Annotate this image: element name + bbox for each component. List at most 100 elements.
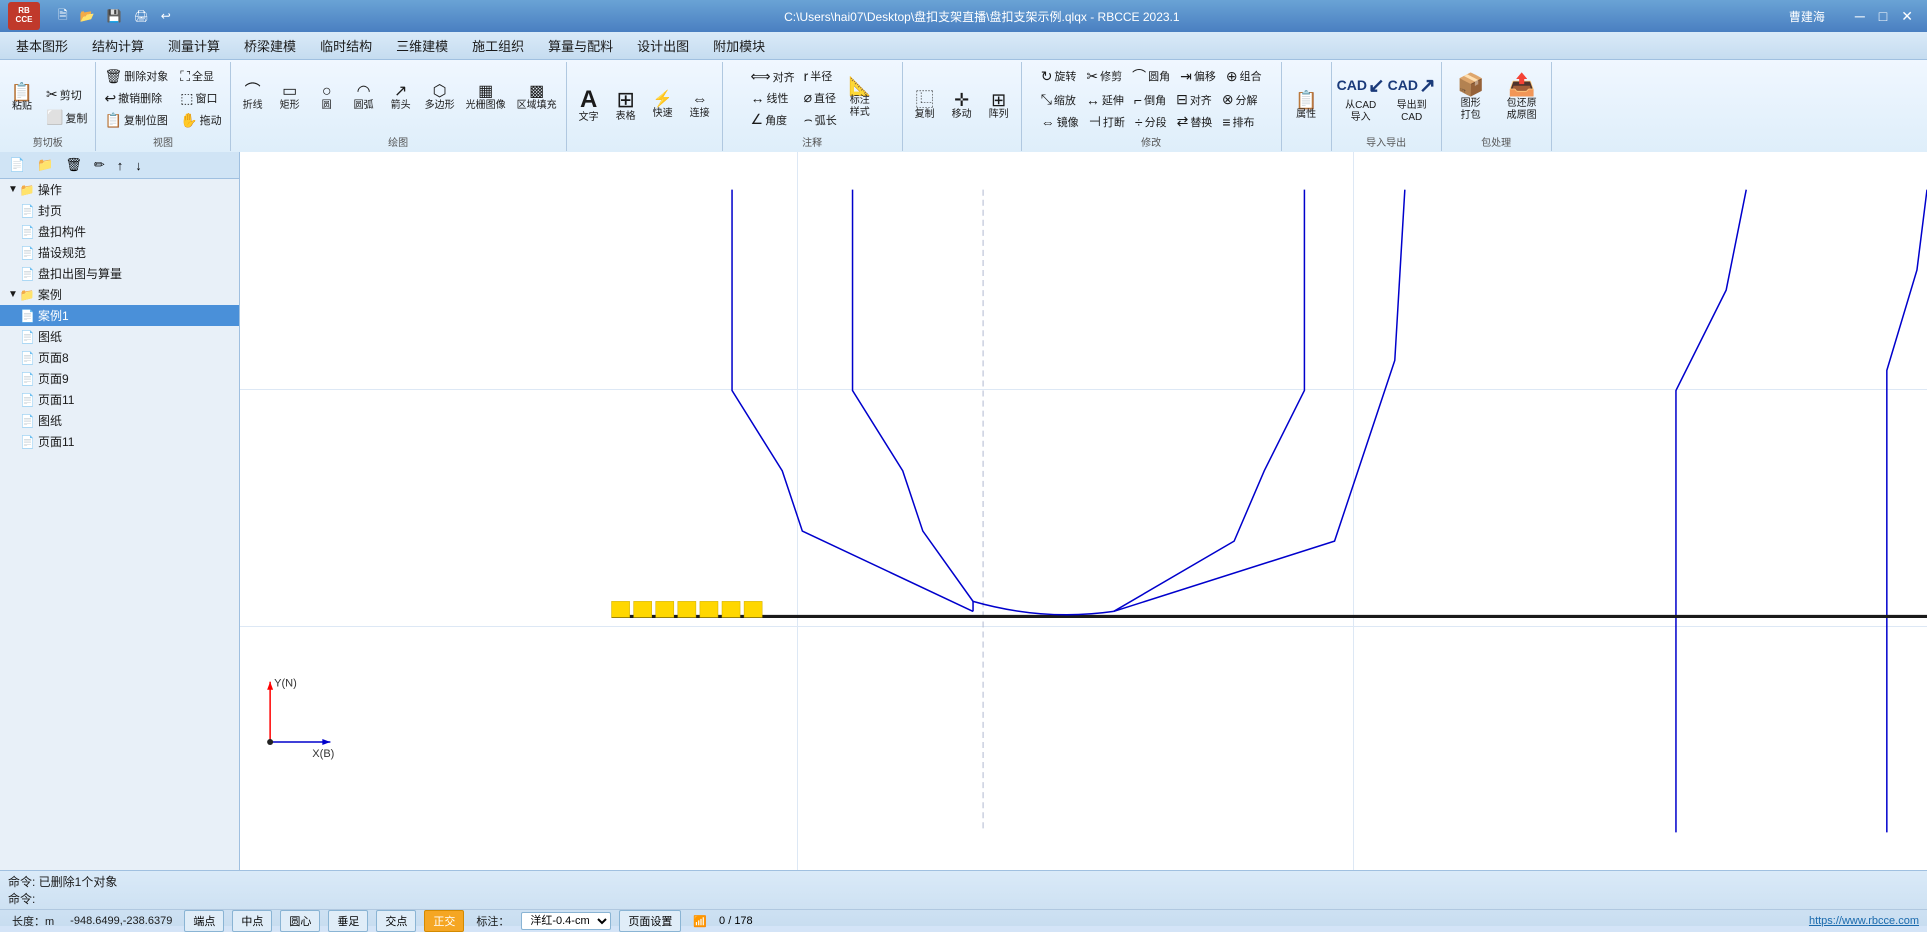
property-button[interactable]: 📋 属性 [1288,76,1324,136]
scale-button[interactable]: ⤡缩放 [1037,89,1080,110]
arrow-button[interactable]: ↗ 箭头 [383,81,419,115]
trim-button[interactable]: ✂修剪 [1082,64,1126,88]
copy-pos-button[interactable]: 📋 复制位图 [100,110,171,131]
chamfer-button[interactable]: ⌐倒角 [1130,89,1170,110]
move-up-button[interactable]: ↑ [112,156,129,175]
fullview-button[interactable]: ⛶ 全显 [176,66,218,87]
tree-item-cases[interactable]: ▼ 📁 案例 [0,284,239,305]
menu-bridge[interactable]: 桥梁建模 [232,32,308,59]
copy-button[interactable]: ⬜ 复制 [42,107,91,128]
menu-measure[interactable]: 测量计算 [156,32,232,59]
new-button[interactable]: 🗎 [54,4,72,29]
connect-button[interactable]: ⇔ 连接 [682,89,718,123]
minimize-button[interactable]: ─ [1849,6,1871,27]
polyline-button[interactable]: ⌒ 折线 [235,81,271,115]
paste-button[interactable]: 📋 粘贴 [4,68,40,128]
arclength-dim-button[interactable]: ⌢ 弧长 [800,109,841,130]
hatch-button[interactable]: ▦ 光栅图像 [461,81,511,115]
move-down-button[interactable]: ↓ [130,156,147,175]
drag-button[interactable]: ✋ 拖动 [176,110,225,131]
print-button[interactable]: 🖨 [130,4,153,29]
rotate-button[interactable]: ↻旋转 [1037,64,1081,88]
divide-button[interactable]: ÷分段 [1131,111,1171,132]
angle-dim-button[interactable]: ∠ 角度 [747,109,792,130]
polygon-button[interactable]: ⬡ 多边形 [420,81,460,115]
fill-button[interactable]: ▩ 区域填充 [512,81,562,115]
tree-item-diskdraw[interactable]: 📄 盘扣出图与算量 [0,263,239,284]
move-button[interactable]: ✛ 移动 [944,88,980,124]
canvas-area[interactable]: Y(N) X(B) [240,152,1927,870]
menu-construction[interactable]: 施工组织 [460,32,536,59]
undo-delete-button[interactable]: ↩ 撤销删除 [100,88,166,109]
restorepack-button[interactable]: 📤 包还原成原图 [1497,70,1547,126]
linear-dim-button[interactable]: ↔ 线性 [747,88,793,108]
close-button[interactable]: ✕ [1895,6,1919,27]
snap-midpoint[interactable]: 中点 [232,910,272,932]
extend-button[interactable]: ↔延伸 [1082,89,1128,110]
add-folder-button[interactable]: 📁 [32,155,58,175]
maximize-button[interactable]: □ [1873,6,1893,27]
fillet-button[interactable]: ⌒圆角 [1128,64,1174,88]
delete-item-button[interactable]: 🗑 [60,155,87,175]
menu-structural[interactable]: 结构计算 [80,32,156,59]
open-button[interactable]: 📂 [76,4,99,29]
offset-button[interactable]: ⇥偏移 [1176,64,1220,88]
menu-design[interactable]: 设计出图 [625,32,701,59]
drawing-canvas[interactable]: Y(N) X(B) [240,152,1927,870]
tree-item-case1[interactable]: 📄 案例1 [0,305,239,326]
straight-dim-button[interactable]: ⌀ 直径 [800,87,840,108]
arc-button[interactable]: ◠ 圆弧 [346,81,382,115]
tree-item-page11b[interactable]: 📄 页面11 [0,431,239,452]
combine-button[interactable]: ⊕组合 [1222,64,1266,88]
copyobj-button[interactable]: ⿺ 复制 [907,88,943,124]
tree-item-diskcomp[interactable]: 📄 盘扣构件 [0,221,239,242]
to-cad-button[interactable]: CAD ↗ 导出到CAD [1387,69,1437,128]
menu-addon[interactable]: 附加模块 [701,32,777,59]
label-select[interactable]: 洋红-0.4-cm 红-0.4-cm 黑-0.4-cm [521,912,611,930]
break-button[interactable]: ⊣打断 [1085,111,1129,132]
from-cad-button[interactable]: CAD ↙ 从CAD导入 [1336,69,1386,128]
menu-3d[interactable]: 三维建模 [384,32,460,59]
add-page-button[interactable]: 📄 [4,155,30,175]
snap-perpendicular[interactable]: 垂足 [328,910,368,932]
array-button[interactable]: ⊞ 阵列 [981,88,1017,124]
tree-item-drawing2[interactable]: 📄 图纸 [0,410,239,431]
snap-intersection[interactable]: 交点 [376,910,416,932]
delete-obj-button[interactable]: 🗑 删除对象 [100,66,172,87]
balalign-button[interactable]: ⊟对齐 [1172,89,1216,110]
tree-item-cover[interactable]: 📄 封页 [0,200,239,221]
rect-button[interactable]: ▭ 矩形 [272,81,308,115]
tree-item-page9[interactable]: 📄 页面9 [0,368,239,389]
rename-item-button[interactable]: ✏ [89,155,110,175]
align-dim-button[interactable]: ⟺ 对齐 [747,66,799,87]
quick-button[interactable]: ⚡ 快速 [645,89,681,123]
mirror-button[interactable]: ⇔镜像 [1037,111,1083,132]
menu-basicshape[interactable]: 基本图形 [4,32,80,59]
tree-item-descspec[interactable]: 📄 描设规范 [0,242,239,263]
snap-endpoint[interactable]: 端点 [184,910,224,932]
tree-item-ops[interactable]: ▼ 📁 操作 [0,179,239,200]
window-button[interactable]: ⬚ 窗口 [176,88,221,109]
arrange-button[interactable]: ≡排布 [1218,111,1258,132]
menu-temp[interactable]: 临时结构 [308,32,384,59]
save-button[interactable]: 💾 [103,4,126,29]
cut-button[interactable]: ✂ 剪切 [42,84,91,105]
page-setup-button[interactable]: 页面设置 [619,910,681,932]
drawpack-button[interactable]: 📦 图形打包 [1446,70,1496,126]
tree-item-page11[interactable]: 📄 页面11 [0,389,239,410]
halfr-dim-button[interactable]: r 半径 [800,66,837,86]
menu-quantity[interactable]: 算量与配料 [536,32,625,59]
table-button[interactable]: ⊞ 表格 [608,76,644,136]
snap-ortho[interactable]: 正交 [424,910,464,932]
mark-style-button[interactable]: 📐 标注样式 [842,68,878,128]
website-link[interactable]: https://www.rbcce.com [1809,915,1919,927]
tree-item-page8[interactable]: 📄 页面8 [0,347,239,368]
text-button[interactable]: A 文字 [571,76,607,136]
explode-button[interactable]: ⊗分解 [1218,89,1262,110]
snap-center[interactable]: 圆心 [280,910,320,932]
rotate-icon: ↻ [1041,68,1053,85]
circle-button[interactable]: ○ 圆 [309,81,345,115]
undo-button[interactable]: ↩ [157,4,175,29]
replace-button[interactable]: ⇄替换 [1173,111,1217,132]
tree-item-drawing1[interactable]: 📄 图纸 [0,326,239,347]
